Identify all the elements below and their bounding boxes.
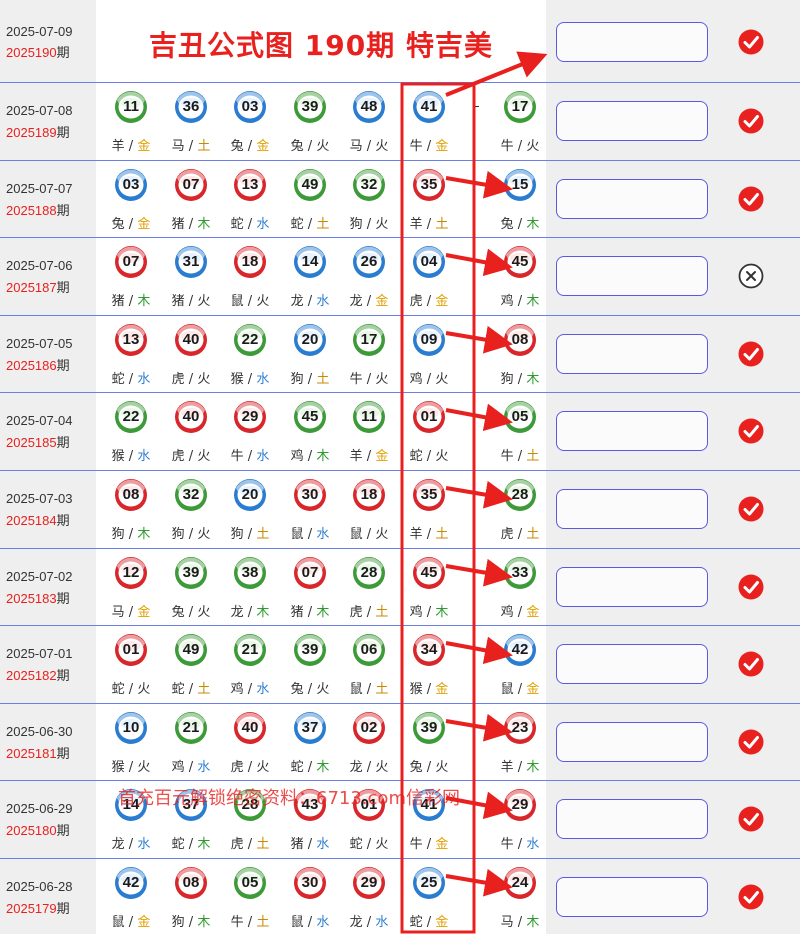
arrow [445,51,548,97]
watermark-text: 首充百元解锁绝密资料：6713.com信彩网 [118,788,460,809]
